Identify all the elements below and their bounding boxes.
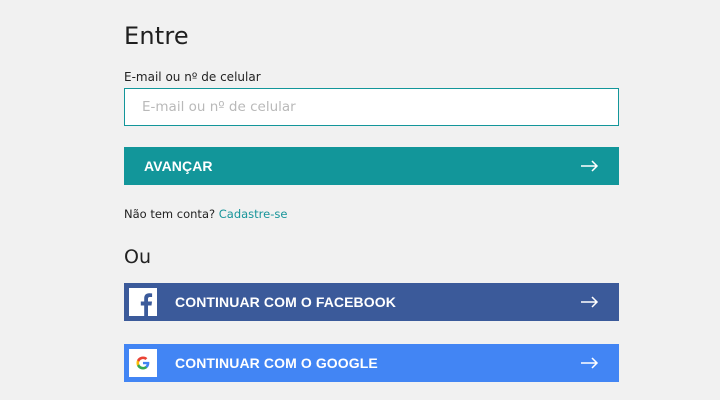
arrow-right-icon xyxy=(581,296,599,308)
google-button-label: CONTINUAR COM O GOOGLE xyxy=(175,355,378,371)
no-account-text: Não tem conta? xyxy=(124,207,216,221)
next-button[interactable]: AVANÇAR xyxy=(124,147,619,185)
google-icon xyxy=(129,349,157,377)
signup-link[interactable]: Cadastre-se xyxy=(219,207,288,221)
or-divider-label: Ou xyxy=(124,246,151,268)
email-field-wrapper xyxy=(124,88,619,126)
email-field[interactable] xyxy=(125,89,618,125)
arrow-right-icon xyxy=(581,160,599,172)
facebook-login-button[interactable]: CONTINUAR COM O FACEBOOK xyxy=(124,283,619,321)
google-login-button[interactable]: CONTINUAR COM O GOOGLE xyxy=(124,344,619,382)
facebook-button-label: CONTINUAR COM O FACEBOOK xyxy=(175,294,396,310)
next-button-label: AVANÇAR xyxy=(144,158,213,174)
signup-prompt: Não tem conta? Cadastre-se xyxy=(124,207,287,221)
email-field-label: E-mail ou nº de celular xyxy=(124,70,261,84)
arrow-right-icon xyxy=(581,357,599,369)
facebook-icon xyxy=(129,288,157,316)
page-title: Entre xyxy=(124,22,189,50)
